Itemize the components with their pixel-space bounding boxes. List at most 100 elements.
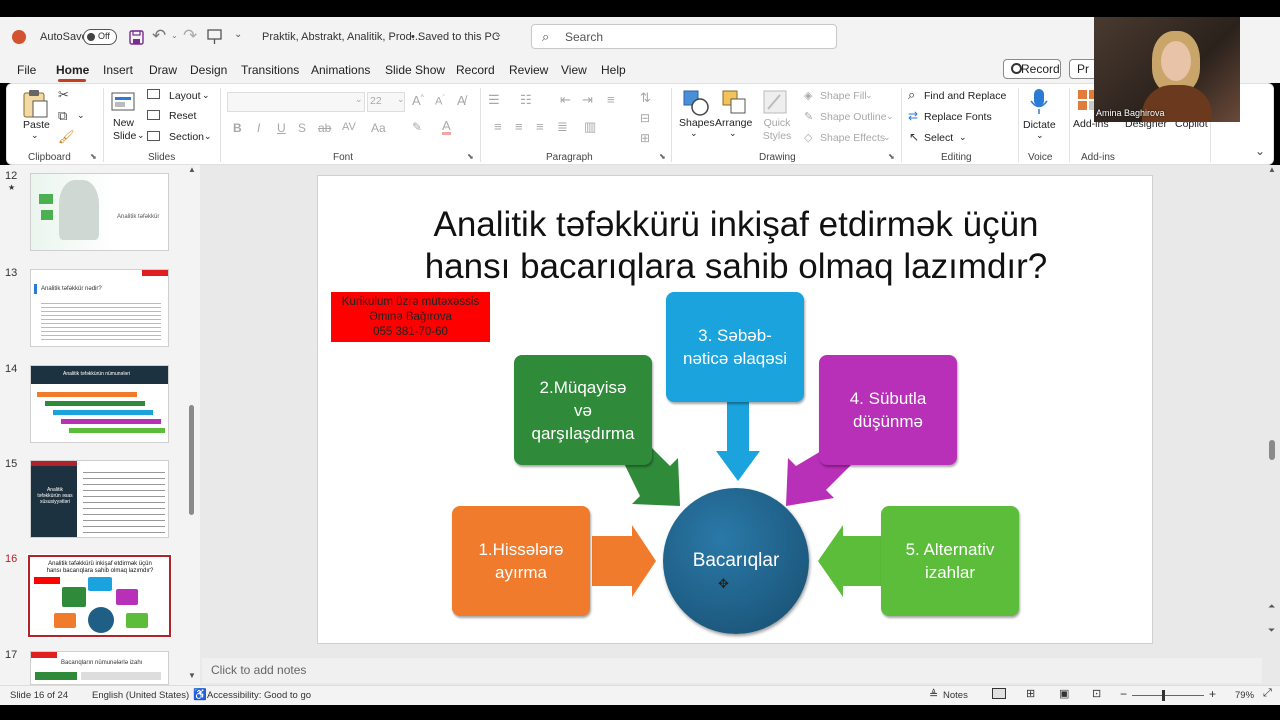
strikethrough-icon[interactable]: ab xyxy=(318,121,331,135)
decrease-font-icon[interactable]: Aˇ xyxy=(435,95,445,108)
tab-file[interactable]: File xyxy=(17,63,36,77)
slideshow-view-icon[interactable]: ⊡ xyxy=(1092,687,1101,700)
align-text-icon[interactable]: ⊟ xyxy=(640,111,650,125)
previous-slide-icon[interactable]: ⏶ xyxy=(1268,601,1275,612)
zoom-slider-track[interactable] xyxy=(1132,695,1204,696)
justify-icon[interactable]: ≣ xyxy=(557,119,568,135)
shape-fill-icon[interactable]: ◈ xyxy=(804,89,812,102)
section-chevron-icon[interactable]: ⌄ xyxy=(204,131,212,142)
select-chevron-icon[interactable]: ⌄ xyxy=(959,132,967,143)
columns-icon[interactable]: ▥ xyxy=(584,119,596,135)
shape-fill-button[interactable]: Shape Fill xyxy=(820,90,867,102)
shape-effects-icon[interactable]: ◇ xyxy=(804,131,812,144)
convert-smartart-icon[interactable]: ⊞ xyxy=(640,131,650,145)
skill-card-3[interactable]: 3. Səbəb- nəticə əlaqəsi xyxy=(666,292,804,402)
quick-styles-icon[interactable] xyxy=(762,89,788,115)
skill-card-5[interactable]: 5. Alternativ izahlar xyxy=(881,506,1019,616)
tab-slide-show[interactable]: Slide Show xyxy=(385,63,445,77)
notes-pane[interactable]: Click to add notes xyxy=(202,658,1262,683)
ribbon-collapse-chevron-icon[interactable]: ⌄ xyxy=(1255,144,1265,158)
search-box[interactable]: ⌕ Search xyxy=(531,24,837,49)
select-icon[interactable]: ↖ xyxy=(909,130,919,144)
section-icon[interactable] xyxy=(147,131,160,141)
slide-thumbnail-17[interactable]: Bacarıqların nümunələrlə izahı xyxy=(30,651,169,685)
paste-chevron-icon[interactable]: ⌄ xyxy=(31,130,39,141)
tab-review[interactable]: Review xyxy=(509,63,548,77)
zoom-level[interactable]: 79% xyxy=(1235,690,1254,701)
copy-chevron-icon[interactable]: ⌄ xyxy=(77,110,85,121)
shape-effects-button[interactable]: Shape Effects xyxy=(820,132,885,144)
new-slide-icon[interactable] xyxy=(111,89,137,115)
dictate-chevron-icon[interactable]: ⌄ xyxy=(1036,130,1044,141)
slide-thumbnail-12[interactable]: Analitik təfəkkür xyxy=(30,173,169,251)
notes-button[interactable]: Notes xyxy=(943,690,968,701)
present-button[interactable]: Pr xyxy=(1069,59,1097,79)
align-right-icon[interactable]: ≡ xyxy=(536,119,544,134)
paste-icon[interactable] xyxy=(21,89,49,119)
skill-card-4[interactable]: 4. Sübutla düşünmə xyxy=(819,355,957,465)
thumbnail-scrollbar-thumb[interactable] xyxy=(189,405,194,515)
new-slide-chevron-icon[interactable]: ⌄ xyxy=(137,130,145,141)
save-state[interactable]: • Saved to this PC xyxy=(411,31,500,43)
decrease-indent-icon[interactable]: ⇤ xyxy=(560,92,571,108)
align-left-icon[interactable]: ≡ xyxy=(494,119,502,134)
zoom-out-icon[interactable]: − xyxy=(1120,687,1127,701)
thumbnail-scroll-up-icon[interactable]: ▲ xyxy=(188,165,196,174)
bullets-icon[interactable]: ☰ xyxy=(488,92,500,108)
layout-icon[interactable] xyxy=(147,89,160,99)
tab-view[interactable]: View xyxy=(561,63,587,77)
zoom-in-icon[interactable]: + xyxy=(1209,687,1216,701)
normal-view-icon[interactable] xyxy=(992,688,1006,699)
drawing-launcher-icon[interactable]: ⬊ xyxy=(888,152,895,161)
italic-icon[interactable]: I xyxy=(257,121,260,135)
tab-record[interactable]: Record xyxy=(456,63,495,77)
section-button[interactable]: Section xyxy=(169,131,204,143)
font-color-icon[interactable]: A xyxy=(442,119,451,135)
tab-transitions[interactable]: Transitions xyxy=(241,63,299,77)
save-state-chevron-icon[interactable]: ⌄ xyxy=(494,29,502,40)
arrange-chevron-icon[interactable]: ⌄ xyxy=(729,128,737,139)
editor-scrollbar-thumb[interactable] xyxy=(1269,440,1275,460)
quick-styles-label[interactable]: Quick Styles xyxy=(759,117,795,143)
redo-icon[interactable]: ↷ xyxy=(183,26,197,46)
zoom-slider-thumb[interactable] xyxy=(1162,690,1165,701)
shapes-chevron-icon[interactable]: ⌄ xyxy=(690,128,698,139)
accessibility-status[interactable]: Accessibility: Good to go xyxy=(207,690,311,701)
editor-scroll-up-icon[interactable]: ▲ xyxy=(1268,165,1276,174)
layout-chevron-icon[interactable]: ⌄ xyxy=(202,90,210,101)
replace-fonts-button[interactable]: Replace Fonts xyxy=(924,111,992,123)
notes-icon[interactable]: ≜ xyxy=(929,688,938,701)
accessibility-icon[interactable]: ♿ xyxy=(193,688,207,701)
skill-card-2[interactable]: 2.Müqayisə və qarşılaşdırma xyxy=(514,355,652,465)
reset-button[interactable]: Reset xyxy=(169,110,196,122)
tab-draw[interactable]: Draw xyxy=(149,63,177,77)
slide-sorter-icon[interactable]: ⊞ xyxy=(1026,687,1035,700)
format-painter-icon[interactable]: 🖌 xyxy=(58,129,75,145)
fit-to-window-icon[interactable]: ⤢ xyxy=(1263,687,1272,700)
increase-indent-icon[interactable]: ⇥ xyxy=(582,92,593,108)
shape-fill-chevron-icon[interactable]: ⌄ xyxy=(865,90,873,101)
change-case-icon[interactable]: Aa xyxy=(371,121,386,135)
dictate-icon[interactable] xyxy=(1029,88,1049,116)
font-name-chevron-icon[interactable]: ⌄ xyxy=(355,94,363,105)
language-indicator[interactable]: English (United States) xyxy=(92,690,189,701)
undo-icon[interactable]: ↶ xyxy=(152,26,166,46)
shape-outline-chevron-icon[interactable]: ⌄ xyxy=(886,111,894,122)
customize-toolbar-icon[interactable]: ⌄ xyxy=(234,29,242,40)
center-circle[interactable]: Bacarıqlar xyxy=(663,488,809,634)
reading-view-icon[interactable]: ▣ xyxy=(1059,687,1069,700)
slide-thumbnail-16[interactable]: Analitik təfəkkürü inkişaf etdirmək üçün… xyxy=(27,554,172,638)
shape-effects-chevron-icon[interactable]: ⌄ xyxy=(883,132,891,143)
slide-thumbnail-14[interactable]: Analitik təfəkkürün nümunələri xyxy=(30,365,169,443)
shape-outline-button[interactable]: Shape Outline xyxy=(820,111,887,123)
font-name-box[interactable] xyxy=(227,92,365,112)
undo-dropdown-icon[interactable]: ⌄ xyxy=(171,31,178,40)
find-replace-button[interactable]: Find and Replace xyxy=(924,90,1006,102)
text-direction-icon[interactable]: ⇅ xyxy=(640,90,651,106)
select-button[interactable]: Select xyxy=(924,132,953,144)
bold-icon[interactable]: B xyxy=(233,121,242,135)
character-spacing-icon[interactable]: AV xyxy=(342,121,356,133)
find-icon[interactable]: ⌕ xyxy=(908,87,915,103)
clipboard-launcher-icon[interactable]: ⬊ xyxy=(90,152,97,161)
line-spacing-icon[interactable]: ≡ xyxy=(607,92,615,107)
